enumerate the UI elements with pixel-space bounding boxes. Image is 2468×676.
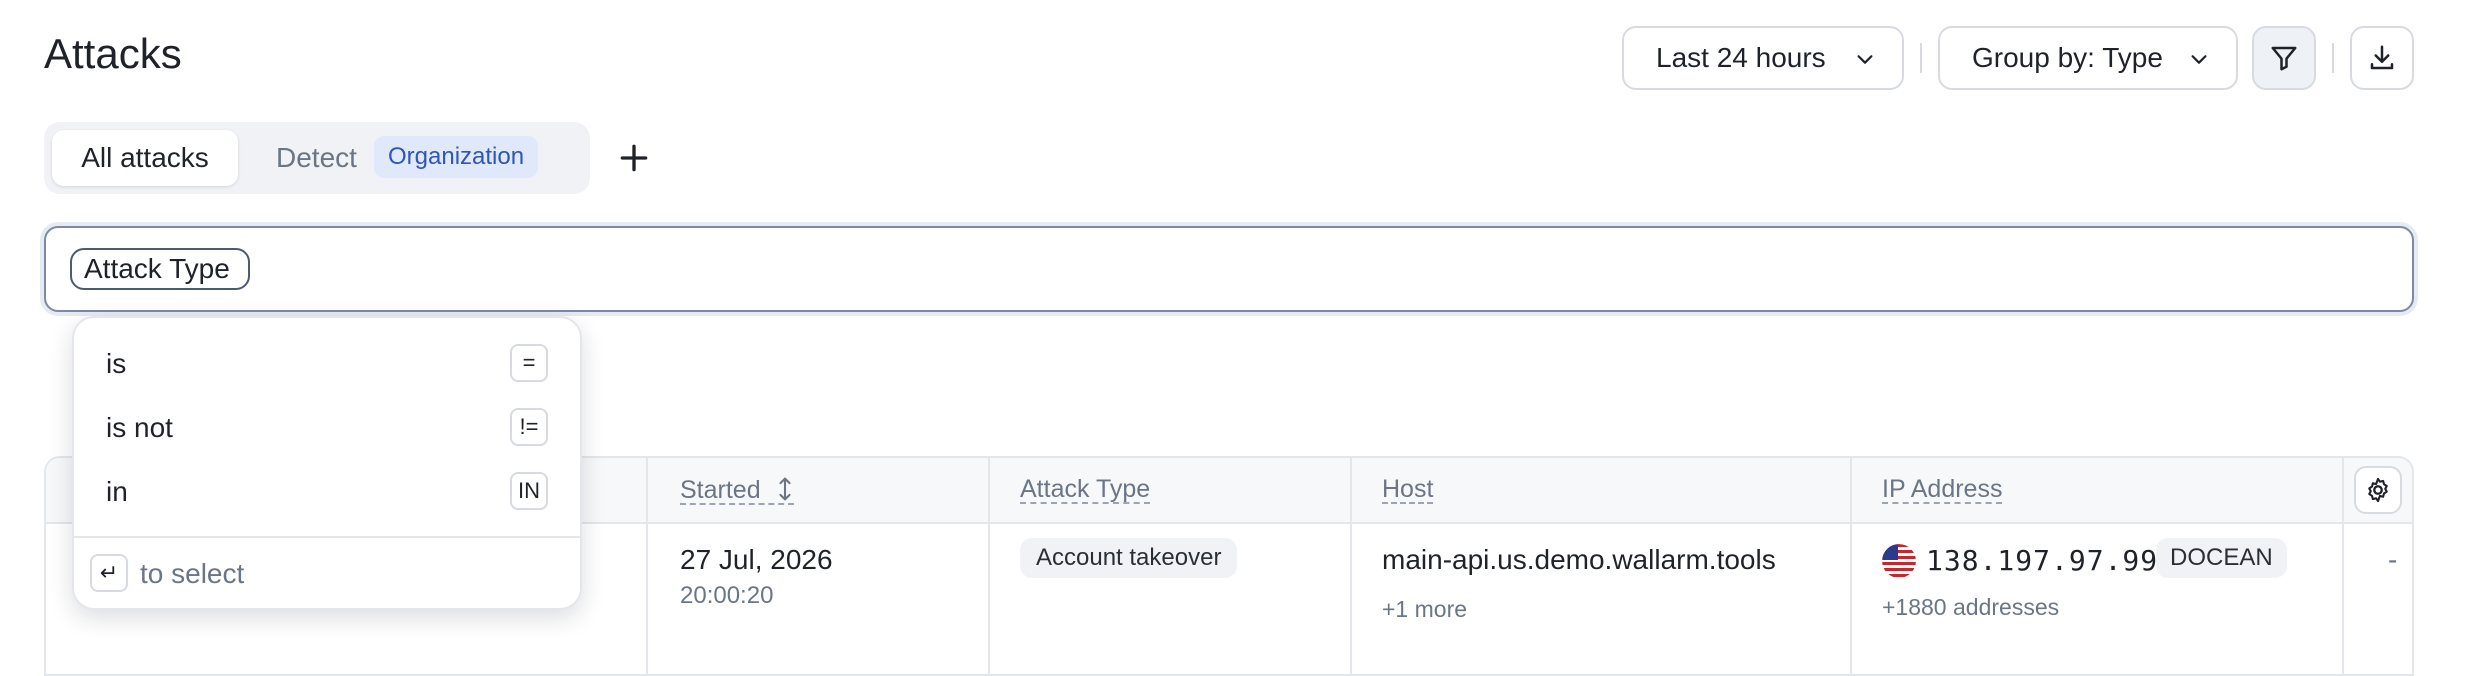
shortcut-key: =	[510, 344, 548, 382]
gear-icon	[2368, 477, 2388, 503]
operator-option-label: in	[106, 476, 128, 507]
view-tabs: All attacks Detect Organization	[44, 122, 590, 194]
time-range-dropdown[interactable]: Last 24 hours	[1622, 26, 1904, 90]
time-range-label: Last 24 hours	[1656, 42, 1826, 73]
filter-chip-attack-type[interactable]: Attack Type	[70, 248, 250, 290]
operator-option-in[interactable]: in IN	[74, 460, 580, 524]
host-more-link[interactable]: +1 more	[1382, 596, 1467, 623]
chevron-down-icon	[1857, 55, 1873, 64]
column-divider	[1850, 458, 1852, 674]
us-flag-icon	[1882, 544, 1916, 578]
operator-option-label: is	[106, 348, 127, 379]
column-header-ip-address[interactable]: IP Address	[1882, 476, 2003, 504]
column-header-attack-type[interactable]: Attack Type	[1020, 476, 1151, 504]
empty-cell: -	[2388, 544, 2398, 575]
column-header-host[interactable]: Host	[1382, 476, 1434, 504]
column-divider	[1350, 458, 1352, 674]
asn-badge: DOCEAN	[2156, 538, 2287, 578]
download-button[interactable]	[2350, 26, 2414, 90]
filter-query-input[interactable]: Attack Type	[44, 226, 2414, 312]
toolbar-divider	[1920, 43, 1922, 73]
enter-key-icon: ↵	[90, 554, 128, 592]
table-settings-cell	[2342, 458, 2412, 522]
group-by-label: Group by: Type	[1972, 42, 2163, 73]
organization-badge: Organization	[374, 136, 539, 178]
group-by-dropdown[interactable]: Group by: Type	[1938, 26, 2238, 90]
filter-icon	[2271, 46, 2297, 71]
column-header-started-label: Started	[680, 476, 761, 504]
operator-menu: is = is not != in IN ↵ to select	[72, 316, 582, 610]
sort-icon[interactable]	[776, 476, 794, 502]
column-divider	[988, 458, 990, 674]
filter-button[interactable]	[2252, 26, 2316, 90]
ip-address-value[interactable]: 138.197.97.99	[1926, 544, 2158, 577]
ip-more-link[interactable]: +1880 addresses	[1882, 594, 2059, 621]
tab-all-attacks[interactable]: All attacks	[52, 130, 238, 186]
shortcut-key: !=	[510, 408, 548, 446]
attack-type-badge[interactable]: Account takeover	[1020, 538, 1238, 578]
shortcut-key: IN	[510, 472, 548, 510]
tab-detect-label: Detect	[276, 142, 357, 173]
started-time: 20:00:20	[680, 582, 774, 609]
tab-detect[interactable]: Detect	[276, 130, 357, 186]
chevron-down-icon	[2191, 55, 2207, 64]
table-settings-button[interactable]	[2354, 466, 2402, 514]
operator-option-is-not[interactable]: is not !=	[74, 396, 580, 460]
started-date: 27 Jul, 2026	[680, 544, 833, 575]
host-value[interactable]: main-api.us.demo.wallarm.tools	[1382, 544, 1776, 576]
operator-option-is[interactable]: is =	[74, 332, 580, 396]
select-hint: to select	[140, 558, 245, 589]
menu-divider	[74, 536, 580, 538]
page-title: Attacks	[44, 30, 182, 77]
plus-icon[interactable]	[614, 138, 654, 178]
download-icon	[2370, 45, 2394, 70]
toolbar-divider	[2332, 43, 2334, 73]
operator-option-label: is not	[106, 412, 173, 443]
column-divider	[646, 458, 648, 674]
column-header-started[interactable]: Started	[680, 476, 794, 505]
